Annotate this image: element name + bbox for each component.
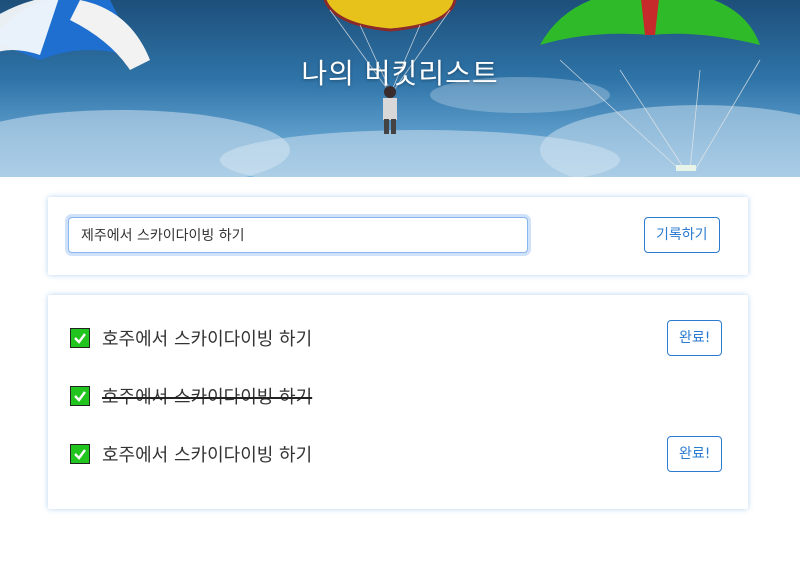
list-item: 호주에서 스카이다이빙 하기 완료! [70,317,730,356]
check-box-icon [70,328,90,348]
check-box-icon [70,444,90,464]
record-button[interactable]: 기록하기 [644,217,720,253]
page-title: 나의 버킷리스트 [301,57,499,90]
bucket-text-input[interactable] [68,217,528,253]
complete-button[interactable]: 완료! [667,320,723,356]
hero-banner: 나의 버킷리스트 [0,0,800,177]
bucket-list-card: 호주에서 스카이다이빙 하기 완료! 호주에서 스카이다이빙 하기 호주에서 스… [48,295,748,509]
list-item-text: 호주에서 스카이다이빙 하기 [102,387,313,408]
list-item-text: 호주에서 스카이다이빙 하기 [102,445,313,466]
list-item: 호주에서 스카이다이빙 하기 완료! [70,433,730,472]
list-item-text: 호주에서 스카이다이빙 하기 [102,329,313,350]
complete-button[interactable]: 완료! [667,436,723,472]
check-box-icon [70,386,90,406]
list-item-done: 호주에서 스카이다이빙 하기 [70,375,730,408]
bucket-input-card: 기록하기 [48,197,748,275]
